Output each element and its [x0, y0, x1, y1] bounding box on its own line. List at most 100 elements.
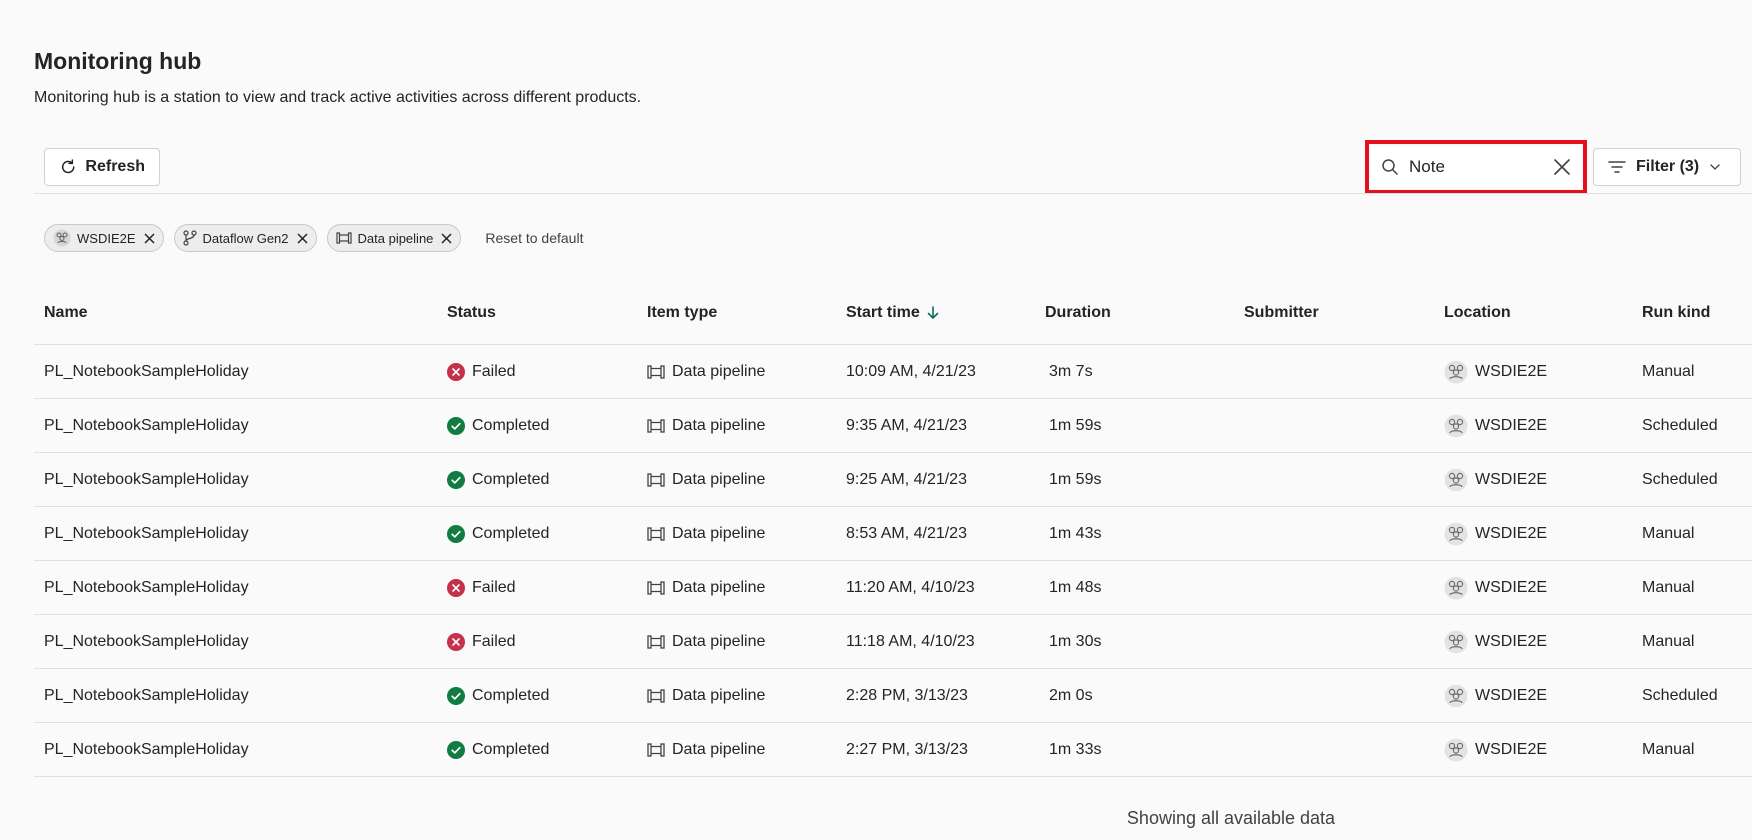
row-duration: 3m 7s: [1049, 362, 1093, 380]
row-run-kind: Manual: [1642, 362, 1695, 380]
close-icon: [143, 232, 155, 244]
row-location-label: WSDIE2E: [1475, 578, 1548, 596]
row-name[interactable]: PL_NotebookSampleHoliday: [44, 633, 249, 651]
row-item-type-label: Data pipeline: [672, 740, 766, 758]
close-icon: [1554, 159, 1570, 175]
table-row[interactable]: PL_NotebookSampleHoliday Completed Data pi…: [34, 669, 1752, 723]
chip-pipeline: Data pipeline: [326, 224, 462, 252]
completed-icon: [447, 470, 465, 489]
pipeline-icon: [647, 364, 665, 379]
table-row[interactable]: PL_NotebookSampleHoliday Completed Data pi…: [34, 723, 1752, 777]
row-name[interactable]: PL_NotebookSampleHoliday: [44, 525, 249, 543]
workspace-icon: [1444, 522, 1468, 545]
row-duration: 1m 33s: [1049, 740, 1102, 758]
chip-pipeline-remove[interactable]: [441, 232, 452, 244]
column-header-item-type[interactable]: Item type: [647, 304, 717, 322]
row-start-time: 10:09 AM, 4/21/23: [846, 362, 976, 380]
row-status-label: Completed: [472, 470, 550, 488]
workspace-icon: [1444, 576, 1468, 599]
page-subtitle: Monitoring hub is a station to view and …: [34, 89, 642, 106]
completed-icon: [447, 524, 465, 543]
pipeline-icon: [647, 688, 665, 703]
refresh-label: Refresh: [85, 158, 145, 175]
pipeline-icon: [647, 526, 665, 541]
pipeline-icon: [647, 472, 665, 487]
chevron-down-icon: [1710, 164, 1720, 170]
workspace-icon: [1444, 360, 1468, 383]
pipeline-icon: [647, 742, 665, 757]
row-location[interactable]: WSDIE2E: [1444, 738, 1547, 762]
workspace-icon: [53, 229, 71, 247]
row-location[interactable]: WSDIE2E: [1444, 576, 1547, 600]
row-location[interactable]: WSDIE2E: [1444, 522, 1547, 546]
column-header-submitter[interactable]: Submitter: [1244, 304, 1319, 322]
chip-dataflow-remove[interactable]: [296, 232, 308, 244]
workspace-icon: [1444, 630, 1468, 653]
workspace-icon: [1444, 468, 1468, 491]
row-status-label: Completed: [472, 416, 550, 434]
row-location[interactable]: WSDIE2E: [1444, 684, 1547, 708]
failed-icon: [447, 578, 465, 597]
row-run-kind: Manual: [1642, 524, 1695, 542]
column-header-status[interactable]: Status: [447, 304, 496, 322]
row-location[interactable]: WSDIE2E: [1444, 414, 1547, 438]
row-status-label: Completed: [472, 686, 550, 704]
workspace-icon: [1444, 414, 1468, 437]
table-row[interactable]: PL_NotebookSampleHoliday Failed Data pipel…: [34, 345, 1752, 399]
column-header-run-kind[interactable]: Run kind: [1642, 304, 1710, 322]
search-clear-button[interactable]: [1553, 158, 1571, 176]
row-run-kind: Manual: [1642, 578, 1695, 596]
chip-dataflow: Dataflow Gen2: [173, 224, 317, 252]
row-name[interactable]: PL_NotebookSampleHoliday: [44, 417, 249, 435]
arrow-down-icon: [927, 306, 939, 319]
row-duration: 2m 0s: [1049, 686, 1093, 704]
column-header-location[interactable]: Location: [1444, 304, 1511, 322]
table-row[interactable]: PL_NotebookSampleHoliday Failed Data pipel…: [34, 615, 1752, 669]
chip-workspace-label: WSDIE2E: [77, 230, 136, 246]
row-status-label: Completed: [472, 524, 550, 542]
row-status-label: Failed: [472, 362, 516, 380]
row-run-kind: Manual: [1642, 740, 1695, 758]
search-box[interactable]: [1371, 147, 1581, 187]
row-name[interactable]: PL_NotebookSampleHoliday: [44, 741, 249, 759]
row-run-kind: Manual: [1642, 632, 1695, 650]
search-input[interactable]: [1409, 157, 1539, 177]
row-start-time: 9:25 AM, 4/21/23: [846, 470, 967, 488]
row-item-type: Data pipeline: [647, 633, 765, 651]
row-run-kind: Scheduled: [1642, 686, 1718, 704]
reset-to-default-link[interactable]: Reset to default: [485, 230, 583, 246]
row-status-label: Failed: [472, 632, 516, 650]
table-row[interactable]: PL_NotebookSampleHoliday Completed Data pi…: [34, 507, 1752, 561]
filter-button[interactable]: Filter (3): [1593, 148, 1741, 186]
column-header-name[interactable]: Name: [44, 304, 88, 322]
row-location[interactable]: WSDIE2E: [1444, 630, 1547, 654]
row-duration: 1m 59s: [1049, 470, 1102, 488]
table-footer-status: Showing all available data: [1126, 808, 1336, 828]
row-start-time: 2:28 PM, 3/13/23: [846, 686, 968, 704]
refresh-button[interactable]: Refresh: [44, 148, 160, 186]
filter-label: Filter (3): [1636, 158, 1700, 175]
row-item-type: Data pipeline: [647, 741, 765, 759]
row-name[interactable]: PL_NotebookSampleHoliday: [44, 687, 249, 705]
column-header-start-time[interactable]: Start time: [846, 304, 939, 322]
table-row[interactable]: PL_NotebookSampleHoliday Completed Data pi…: [34, 399, 1752, 453]
row-duration: 1m 30s: [1049, 632, 1102, 650]
chip-workspace-remove[interactable]: [143, 232, 155, 244]
row-status: Completed: [447, 686, 550, 705]
row-name[interactable]: PL_NotebookSampleHoliday: [44, 363, 249, 381]
row-item-type: Data pipeline: [647, 417, 765, 435]
row-location[interactable]: WSDIE2E: [1444, 468, 1547, 492]
table-row[interactable]: PL_NotebookSampleHoliday Completed Data pi…: [34, 453, 1752, 507]
toolbar-divider: [34, 193, 1752, 194]
table-row[interactable]: PL_NotebookSampleHoliday Failed Data pipel…: [34, 561, 1752, 615]
row-status-label: Completed: [472, 740, 550, 758]
row-item-type-label: Data pipeline: [672, 362, 766, 380]
row-status: Completed: [447, 740, 550, 759]
row-location[interactable]: WSDIE2E: [1444, 360, 1547, 384]
workspace-icon: [1444, 738, 1468, 761]
row-name[interactable]: PL_NotebookSampleHoliday: [44, 579, 249, 597]
row-name[interactable]: PL_NotebookSampleHoliday: [44, 471, 249, 489]
column-header-start-time-label: Start time: [846, 304, 920, 321]
row-duration: 1m 48s: [1049, 578, 1102, 596]
column-header-duration[interactable]: Duration: [1045, 304, 1111, 322]
